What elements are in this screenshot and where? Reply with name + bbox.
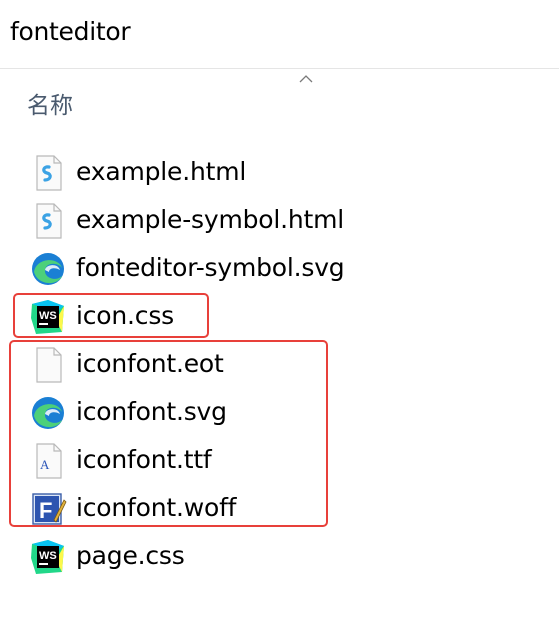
file-name: example-symbol.html — [76, 205, 345, 234]
svg-text:WS: WS — [39, 550, 57, 562]
list-item[interactable]: WS page.css — [28, 535, 508, 579]
sort-ascending-icon[interactable] — [299, 74, 313, 84]
column-header-name[interactable]: 名称 — [27, 90, 73, 122]
file-name: example.html — [76, 157, 247, 186]
file-name: page.css — [76, 541, 185, 570]
highlight-box-css — [13, 293, 209, 338]
file-name: fonteditor-symbol.svg — [76, 253, 345, 282]
webstorm-icon: WS — [28, 538, 68, 576]
html-doc-icon — [28, 202, 68, 240]
address-bar: fonteditor — [0, 0, 559, 69]
edge-icon — [28, 250, 68, 288]
list-item[interactable]: fonteditor-symbol.svg — [28, 247, 508, 291]
folder-title: fonteditor — [10, 17, 131, 46]
highlight-box-fonts — [9, 340, 328, 527]
list-item[interactable]: example-symbol.html — [28, 199, 508, 243]
list-item[interactable]: example.html — [28, 151, 508, 195]
html-doc-icon — [28, 154, 68, 192]
